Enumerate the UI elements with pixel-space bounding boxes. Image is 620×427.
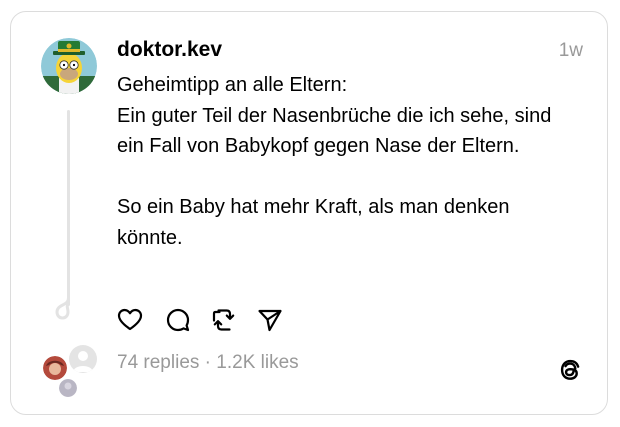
likes-count[interactable]: 1.2K likes [216,352,298,373]
thread-curl-icon [55,298,70,320]
author-username[interactable]: doktor.kev [117,38,222,62]
avatar-image [41,38,97,94]
repost-icon[interactable] [211,307,237,333]
engagement-stats: 74 replies · 1.2K likes [117,352,299,374]
reply-avatar [59,379,77,397]
reply-avatar [69,345,97,373]
reply-avatar-image [43,356,67,380]
heart-icon[interactable] [117,307,143,333]
comment-bubble-icon[interactable] [165,307,191,333]
stats-separator: · [204,352,211,373]
author-avatar[interactable] [41,38,97,94]
reply-avatar-image [59,379,77,397]
post-card: doktor.kev 1w Geheimtipp an alle Eltern:… [10,11,608,415]
thread-line [67,110,70,306]
post-body: Geheimtipp an alle Eltern: Ein guter Tei… [117,74,552,249]
post-timestamp[interactable]: 1w [559,40,583,62]
default-avatar-icon [73,351,93,372]
replies-count[interactable]: 74 replies [117,352,199,373]
threads-logo-icon[interactable] [557,357,583,383]
reply-avatar [41,354,69,382]
send-icon[interactable] [257,307,283,333]
